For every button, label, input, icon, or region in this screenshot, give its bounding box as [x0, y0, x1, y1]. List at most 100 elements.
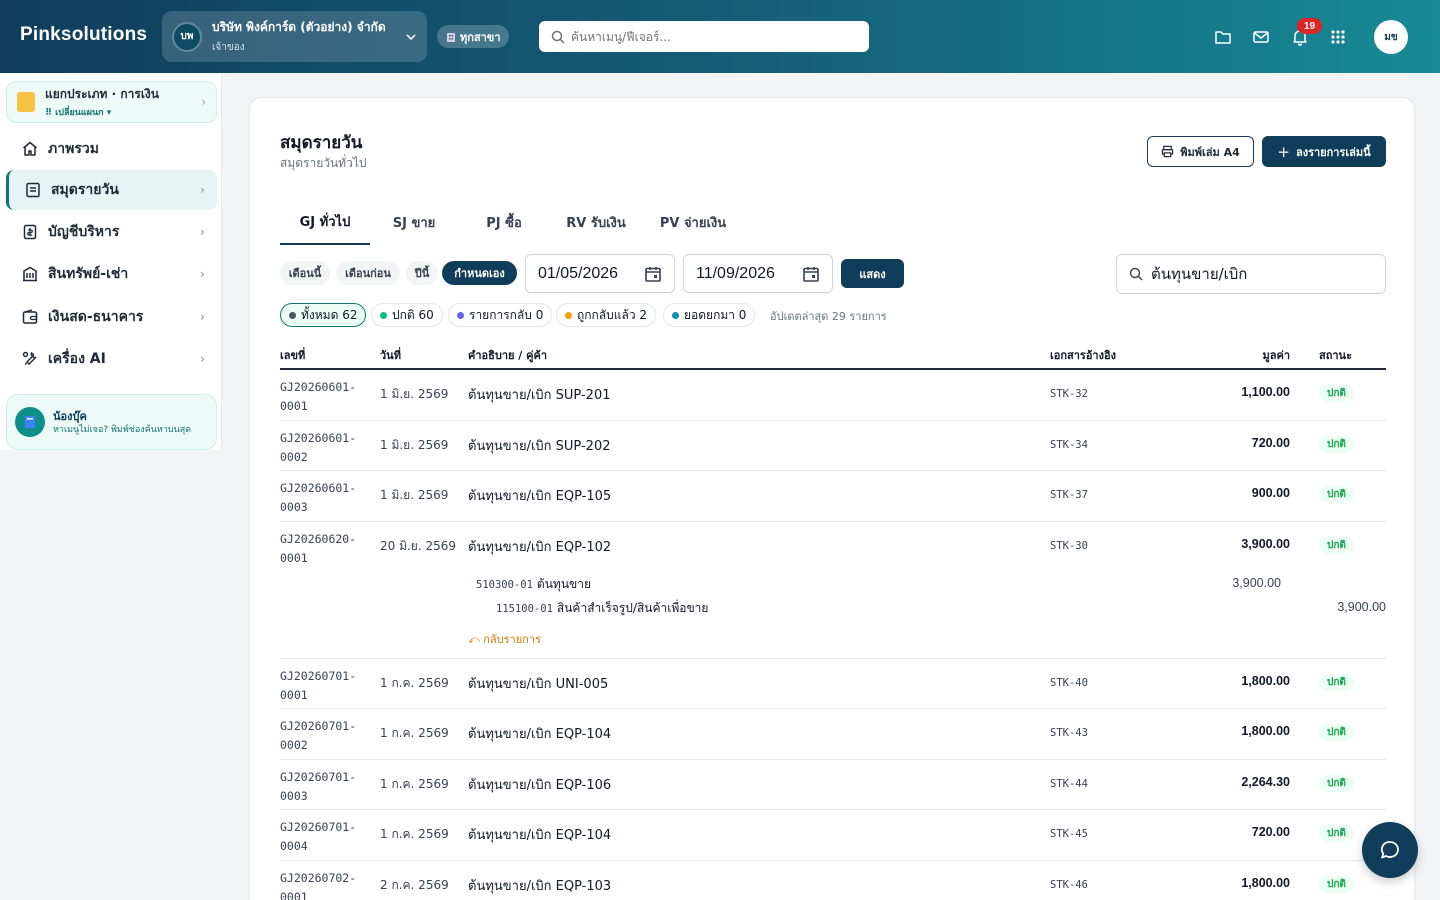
search-icon	[1129, 267, 1143, 281]
entry-description: ต้นทุนขาย/เบิก SUP-202	[468, 438, 611, 454]
book-icon	[15, 407, 45, 437]
helper-title: น้องบุ๊ค	[53, 410, 87, 424]
entry-description: ต้นทุนขาย/เบิก EQP-105	[468, 489, 612, 504]
tab-rv[interactable]: RV รับเงิน	[556, 199, 636, 245]
entry-number: GJ20260620- 0001	[280, 531, 357, 565]
col-description[interactable]: คำอธิบาย / คู่ค้า	[468, 346, 547, 364]
date-to-field[interactable]: 11/09/2026	[683, 254, 833, 293]
table-row[interactable]: GJ20260601- 0003 1 มิ.ย. 2569 ต้นทุนขาย/เบิ…	[280, 471, 1386, 522]
status-badge: ปกติ	[1319, 536, 1354, 554]
folder-icon[interactable]	[1212, 26, 1234, 48]
updated-text: อัปเดตล่าสุด 29 รายการ	[770, 310, 887, 323]
status-filter-1[interactable]: ปกติ 60	[371, 303, 443, 327]
entry-search-field[interactable]: ต้นทุนขาย/เบิก	[1116, 254, 1386, 294]
sidebar-item-4[interactable]: เงินสด-ธนาคาร ›	[6, 297, 217, 337]
add-entry-label: ลงรายการเล่มนี้	[1295, 145, 1371, 159]
sidebar-item-0[interactable]: ภาพรวม	[6, 129, 217, 169]
chevron-right-icon: ›	[201, 95, 206, 109]
entry-date: 1 มิ.ย. 2569	[380, 437, 449, 452]
date-from-field[interactable]: 01/05/2026	[525, 254, 675, 293]
table-row[interactable]: GJ20260701- 0002 1 ก.ค. 2569 ต้นทุนขาย/เบิก…	[280, 709, 1386, 760]
print-a4-button[interactable]: พิมพ์เล่ม A4	[1147, 136, 1254, 167]
status-filter-label: รายการกลับ 0	[469, 307, 544, 322]
table-row[interactable]: GJ20260702- 0001 2 ก.ค. 2569 ต้นทุนขาย/เบิก…	[280, 861, 1386, 900]
entry-reference: STK-40	[1050, 676, 1088, 689]
sidebar-item-5[interactable]: เครื่อง AI ›	[6, 339, 217, 379]
sidebar-item-1[interactable]: สมุดรายวัน ›	[6, 170, 217, 210]
company-name: บริษัท พิงค์การ์ด (ตัวอย่าง) จำกัด	[212, 20, 386, 34]
brand-logo[interactable]: Pinksolutions	[20, 24, 147, 46]
entry-reference: STK-32	[1050, 388, 1088, 400]
table-header: เลขที่ วันที่ คำอธิบาย / คู่ค้า เอกสารอ้…	[280, 338, 1386, 370]
status-badge: ปกติ	[1319, 724, 1354, 741]
menu-search[interactable]	[539, 21, 869, 52]
chevron-right-icon: ›	[200, 183, 205, 197]
entry-amount: 2,264.30	[1241, 774, 1290, 789]
tab-pj[interactable]: PJ ซื้อ	[468, 199, 540, 245]
table-row[interactable]: GJ20260620- 0001 20 มิ.ย. 2569 ต้นทุนขาย/เบ…	[280, 522, 1386, 659]
col-status[interactable]: สถานะ	[1319, 346, 1352, 364]
company-role: เจ้าของ	[212, 42, 245, 53]
journal-table-body: GJ20260601- 0001 1 มิ.ย. 2569 ต้นทุนขาย/เบิ…	[280, 370, 1386, 900]
menu-search-input[interactable]	[571, 29, 861, 44]
home-icon	[20, 139, 40, 159]
entry-reference: STK-45	[1050, 828, 1088, 840]
entry-amount: 1,100.00	[1241, 385, 1290, 399]
status-filter-3[interactable]: ถูกกลับแล้ว 2	[556, 303, 657, 327]
col-reference[interactable]: เอกสารอ้างอิง	[1050, 346, 1116, 364]
entry-number: GJ20260701- 0004	[280, 820, 357, 853]
period-last-month[interactable]: เดือนก่อน	[336, 261, 400, 285]
entry-number: GJ20260701- 0002	[280, 719, 357, 752]
user-avatar[interactable]: มข	[1374, 20, 1408, 54]
mail-icon[interactable]	[1250, 26, 1272, 48]
status-badge: ปกติ	[1319, 486, 1354, 503]
col-amount[interactable]: มูลค่า	[1180, 346, 1290, 364]
status-badge: ปกติ	[1319, 435, 1354, 453]
assistant-helper[interactable]: น้องบุ๊ค หาเมนูไม่เจอ? พิมพ์ช่องค้นหาบนส…	[6, 394, 217, 450]
period-this-month[interactable]: เดือนนี้	[280, 261, 330, 285]
top-bar: Pinksolutions บพ บริษัท พิงค์การ์ด (ตัวอ…	[0, 0, 1440, 73]
table-row[interactable]: GJ20260601- 0002 1 มิ.ย. 2569 ต้นทุนขาย/เบิ…	[280, 421, 1386, 471]
table-row[interactable]: GJ20260601- 0001 1 มิ.ย. 2569 ต้นทุนขาย/เบิ…	[280, 370, 1386, 421]
table-row[interactable]: GJ20260701- 0001 1 ก.ค. 2569 ต้นทุนขาย/เบิก…	[280, 659, 1386, 709]
col-date[interactable]: วันที่	[380, 346, 401, 364]
reverse-entry-link[interactable]: ⤺ กลับรายการ	[468, 630, 541, 648]
tab-gj[interactable]: GJ ทั่วไป	[280, 199, 370, 245]
sidebar-item-2[interactable]: บัญชีบริหาร ›	[6, 212, 217, 252]
table-row[interactable]: GJ20260701- 0004 1 ก.ค. 2569 ต้นทุนขาย/เบิก…	[280, 810, 1386, 861]
department-title: แยกประเภท · การเงิน	[45, 87, 159, 101]
entry-description: ต้นทุนขาย/เบิก UNI-005	[468, 676, 609, 692]
period-this-year[interactable]: ปีนี้	[406, 261, 438, 285]
col-no[interactable]: เลขที่	[280, 346, 305, 364]
chat-button[interactable]	[1362, 822, 1418, 878]
department-switcher[interactable]: แยกประเภท · การเงิน ⠿ เปลี่ยนแผนก ▾ ›	[6, 81, 217, 123]
sidebar-item-3[interactable]: สินทรัพย์-เช่า ›	[6, 254, 217, 294]
branch-label: ทุกสาขา	[460, 30, 501, 44]
status-filter-2[interactable]: รายการกลับ 0	[448, 303, 553, 327]
tab-pv[interactable]: PV จ่ายเงิน	[650, 199, 736, 245]
entry-amount: 1,800.00	[1241, 673, 1290, 688]
show-button[interactable]: แสดง	[841, 259, 904, 288]
status-filter-4[interactable]: ยอดยกมา 0	[663, 303, 756, 327]
entry-amount: 720.00	[1251, 435, 1290, 450]
add-entry-button[interactable]: + ลงรายการเล่มนี้	[1262, 136, 1386, 167]
status-filter-label: ปกติ 60	[392, 307, 434, 322]
entry-date: 1 ก.ค. 2569	[380, 827, 449, 841]
sidebar-item-label: เครื่อง AI	[48, 351, 106, 367]
filter-bar: เดือนนี้ เดือนก่อน ปีนี้ กำหนดเอง 01/05/…	[280, 254, 1386, 294]
company-switcher[interactable]: บพ บริษัท พิงค์การ์ด (ตัวอย่าง) จำกัด เจ…	[162, 11, 427, 62]
chevron-down-icon	[406, 33, 416, 40]
journal-line-debit: 510300-01 ต้นทุนขาย	[476, 576, 591, 591]
company-badge: บพ	[172, 21, 202, 52]
status-filter-0[interactable]: ทั้งหมด 62	[280, 303, 367, 327]
department-change-link[interactable]: ⠿ เปลี่ยนแผนก ▾	[45, 105, 201, 119]
period-custom[interactable]: กำหนดเอง	[442, 261, 517, 285]
tab-sj[interactable]: SJ ขาย	[376, 199, 452, 245]
sidebar-item-label: บัญชีบริหาร	[48, 224, 120, 240]
branch-selector[interactable]: ทุกสาขา	[437, 25, 509, 48]
apps-grid-icon[interactable]	[1327, 26, 1349, 48]
entry-description: ต้นทุนขาย/เบิก EQP-104	[468, 727, 612, 742]
table-row[interactable]: GJ20260701- 0003 1 ก.ค. 2569 ต้นทุนขาย/เบิก…	[280, 760, 1386, 810]
chat-bubble-icon	[1380, 841, 1399, 859]
sidebar-item-label: ภาพรวม	[48, 141, 99, 157]
